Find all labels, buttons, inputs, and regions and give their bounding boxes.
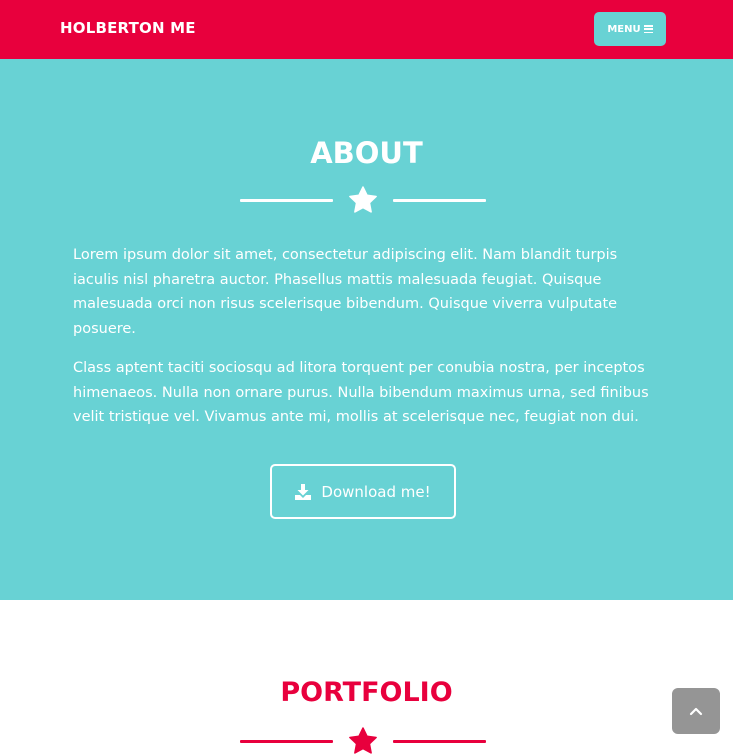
chevron-up-icon bbox=[689, 707, 703, 716]
download-button-label: Download me! bbox=[321, 482, 431, 501]
divider-line-left bbox=[240, 740, 333, 743]
about-paragraph: Lorem ipsum dolor sit amet, consectetur … bbox=[73, 247, 618, 337]
about-title: ABOUT bbox=[310, 136, 423, 170]
portfolio-title: PORTFOLIO bbox=[280, 677, 453, 708]
star-icon bbox=[349, 186, 377, 213]
about-section: ABOUT Lorem ipsum dolor sit amet, consec… bbox=[0, 59, 733, 600]
divider-line-right bbox=[393, 199, 486, 202]
menu-button-label: MENU bbox=[607, 23, 641, 35]
download-icon bbox=[295, 483, 312, 500]
menu-button[interactable]: MENU bbox=[594, 12, 666, 46]
scroll-to-top-button[interactable] bbox=[672, 688, 720, 734]
hamburger-icon bbox=[643, 25, 653, 33]
navbar: HOLBERTON ME MENU bbox=[0, 0, 733, 59]
brand-link[interactable]: HOLBERTON ME bbox=[60, 19, 196, 37]
star-icon bbox=[349, 727, 377, 754]
divider-line-left bbox=[240, 199, 333, 202]
portfolio-divider bbox=[240, 726, 487, 756]
download-button[interactable]: Download me! bbox=[270, 464, 456, 519]
divider-line-right bbox=[393, 740, 486, 743]
about-paragraph: Class aptent taciti sociosqu ad litora t… bbox=[73, 360, 649, 425]
about-divider bbox=[240, 185, 487, 215]
